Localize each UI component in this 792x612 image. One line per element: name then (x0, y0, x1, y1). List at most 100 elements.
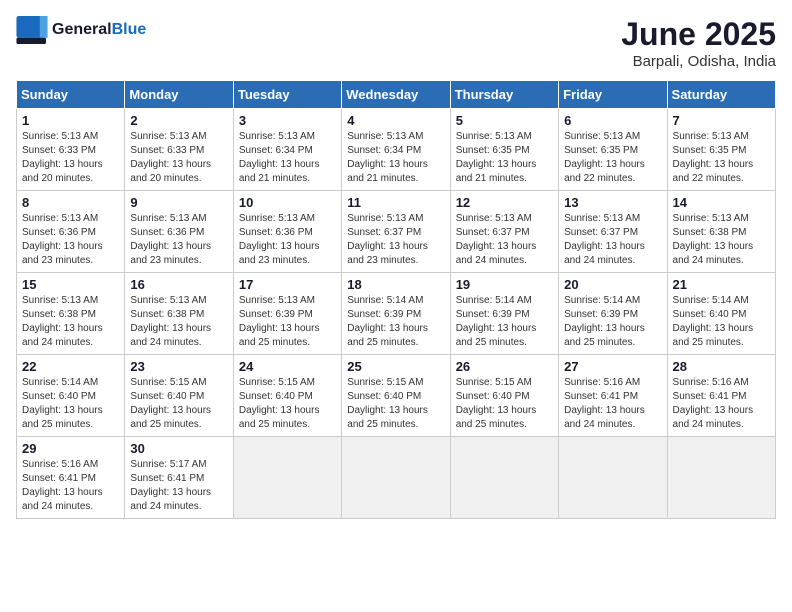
day-number: 1 (22, 113, 119, 128)
day-info: Sunrise: 5:13 AM Sunset: 6:35 PM Dayligh… (456, 130, 553, 186)
calendar-cell (233, 437, 341, 519)
calendar-cell: 23 Sunrise: 5:15 AM Sunset: 6:40 PM Dayl… (125, 355, 233, 437)
calendar-cell: 8 Sunrise: 5:13 AM Sunset: 6:36 PM Dayli… (17, 191, 125, 273)
day-info: Sunrise: 5:13 AM Sunset: 6:35 PM Dayligh… (673, 130, 770, 186)
calendar-cell: 1 Sunrise: 5:13 AM Sunset: 6:33 PM Dayli… (17, 109, 125, 191)
day-number: 22 (22, 359, 119, 374)
logo: GeneralBlue (16, 16, 146, 44)
calendar-cell: 5 Sunrise: 5:13 AM Sunset: 6:35 PM Dayli… (450, 109, 558, 191)
day-info: Sunrise: 5:15 AM Sunset: 6:40 PM Dayligh… (347, 376, 444, 432)
calendar-cell: 24 Sunrise: 5:15 AM Sunset: 6:40 PM Dayl… (233, 355, 341, 437)
weekday-header: Sunday (17, 81, 125, 109)
day-number: 4 (347, 113, 444, 128)
title-area: June 2025 Barpali, Odisha, India (621, 16, 776, 70)
calendar-cell: 26 Sunrise: 5:15 AM Sunset: 6:40 PM Dayl… (450, 355, 558, 437)
calendar-cell: 21 Sunrise: 5:14 AM Sunset: 6:40 PM Dayl… (667, 273, 775, 355)
day-number: 14 (673, 195, 770, 210)
logo-icon (16, 16, 48, 44)
calendar-cell (450, 437, 558, 519)
day-number: 26 (456, 359, 553, 374)
day-number: 3 (239, 113, 336, 128)
day-info: Sunrise: 5:13 AM Sunset: 6:33 PM Dayligh… (130, 130, 227, 186)
calendar-cell: 12 Sunrise: 5:13 AM Sunset: 6:37 PM Dayl… (450, 191, 558, 273)
day-number: 24 (239, 359, 336, 374)
calendar-week-row: 1 Sunrise: 5:13 AM Sunset: 6:33 PM Dayli… (17, 109, 776, 191)
day-number: 21 (673, 277, 770, 292)
calendar-cell: 20 Sunrise: 5:14 AM Sunset: 6:39 PM Dayl… (559, 273, 667, 355)
day-info: Sunrise: 5:13 AM Sunset: 6:36 PM Dayligh… (239, 212, 336, 268)
day-number: 16 (130, 277, 227, 292)
day-info: Sunrise: 5:14 AM Sunset: 6:40 PM Dayligh… (673, 294, 770, 350)
day-info: Sunrise: 5:15 AM Sunset: 6:40 PM Dayligh… (456, 376, 553, 432)
calendar-week-row: 8 Sunrise: 5:13 AM Sunset: 6:36 PM Dayli… (17, 191, 776, 273)
day-info: Sunrise: 5:17 AM Sunset: 6:41 PM Dayligh… (130, 458, 227, 514)
calendar-cell: 14 Sunrise: 5:13 AM Sunset: 6:38 PM Dayl… (667, 191, 775, 273)
day-number: 11 (347, 195, 444, 210)
calendar-cell: 27 Sunrise: 5:16 AM Sunset: 6:41 PM Dayl… (559, 355, 667, 437)
day-info: Sunrise: 5:13 AM Sunset: 6:38 PM Dayligh… (130, 294, 227, 350)
calendar-cell: 15 Sunrise: 5:13 AM Sunset: 6:38 PM Dayl… (17, 273, 125, 355)
calendar-cell: 13 Sunrise: 5:13 AM Sunset: 6:37 PM Dayl… (559, 191, 667, 273)
day-number: 18 (347, 277, 444, 292)
day-info: Sunrise: 5:13 AM Sunset: 6:38 PM Dayligh… (673, 212, 770, 268)
day-number: 10 (239, 195, 336, 210)
calendar-week-row: 29 Sunrise: 5:16 AM Sunset: 6:41 PM Dayl… (17, 437, 776, 519)
weekday-header: Tuesday (233, 81, 341, 109)
month-title: June 2025 (621, 16, 776, 53)
day-info: Sunrise: 5:13 AM Sunset: 6:39 PM Dayligh… (239, 294, 336, 350)
day-number: 19 (456, 277, 553, 292)
calendar-week-row: 22 Sunrise: 5:14 AM Sunset: 6:40 PM Dayl… (17, 355, 776, 437)
calendar-cell: 19 Sunrise: 5:14 AM Sunset: 6:39 PM Dayl… (450, 273, 558, 355)
day-info: Sunrise: 5:13 AM Sunset: 6:33 PM Dayligh… (22, 130, 119, 186)
calendar-cell: 17 Sunrise: 5:13 AM Sunset: 6:39 PM Dayl… (233, 273, 341, 355)
calendar-cell (667, 437, 775, 519)
day-info: Sunrise: 5:13 AM Sunset: 6:38 PM Dayligh… (22, 294, 119, 350)
day-info: Sunrise: 5:13 AM Sunset: 6:37 PM Dayligh… (347, 212, 444, 268)
calendar-cell: 3 Sunrise: 5:13 AM Sunset: 6:34 PM Dayli… (233, 109, 341, 191)
calendar-cell (559, 437, 667, 519)
calendar-cell: 10 Sunrise: 5:13 AM Sunset: 6:36 PM Dayl… (233, 191, 341, 273)
weekday-header: Monday (125, 81, 233, 109)
day-info: Sunrise: 5:15 AM Sunset: 6:40 PM Dayligh… (130, 376, 227, 432)
calendar-cell: 16 Sunrise: 5:13 AM Sunset: 6:38 PM Dayl… (125, 273, 233, 355)
day-number: 5 (456, 113, 553, 128)
calendar-cell: 2 Sunrise: 5:13 AM Sunset: 6:33 PM Dayli… (125, 109, 233, 191)
logo-text: GeneralBlue (52, 21, 146, 39)
calendar-cell: 30 Sunrise: 5:17 AM Sunset: 6:41 PM Dayl… (125, 437, 233, 519)
day-info: Sunrise: 5:13 AM Sunset: 6:36 PM Dayligh… (22, 212, 119, 268)
day-info: Sunrise: 5:16 AM Sunset: 6:41 PM Dayligh… (564, 376, 661, 432)
day-info: Sunrise: 5:13 AM Sunset: 6:34 PM Dayligh… (347, 130, 444, 186)
day-number: 27 (564, 359, 661, 374)
calendar-cell: 25 Sunrise: 5:15 AM Sunset: 6:40 PM Dayl… (342, 355, 450, 437)
calendar-cell: 7 Sunrise: 5:13 AM Sunset: 6:35 PM Dayli… (667, 109, 775, 191)
weekday-header: Friday (559, 81, 667, 109)
location: Barpali, Odisha, India (621, 53, 776, 70)
day-number: 28 (673, 359, 770, 374)
weekday-header: Wednesday (342, 81, 450, 109)
calendar-cell (342, 437, 450, 519)
day-info: Sunrise: 5:16 AM Sunset: 6:41 PM Dayligh… (22, 458, 119, 514)
calendar-cell: 9 Sunrise: 5:13 AM Sunset: 6:36 PM Dayli… (125, 191, 233, 273)
day-info: Sunrise: 5:15 AM Sunset: 6:40 PM Dayligh… (239, 376, 336, 432)
calendar-table: SundayMondayTuesdayWednesdayThursdayFrid… (16, 80, 776, 519)
day-number: 6 (564, 113, 661, 128)
weekday-header: Saturday (667, 81, 775, 109)
day-number: 17 (239, 277, 336, 292)
calendar-cell: 11 Sunrise: 5:13 AM Sunset: 6:37 PM Dayl… (342, 191, 450, 273)
day-info: Sunrise: 5:13 AM Sunset: 6:34 PM Dayligh… (239, 130, 336, 186)
day-info: Sunrise: 5:13 AM Sunset: 6:36 PM Dayligh… (130, 212, 227, 268)
calendar-cell: 6 Sunrise: 5:13 AM Sunset: 6:35 PM Dayli… (559, 109, 667, 191)
day-number: 29 (22, 441, 119, 456)
calendar-cell: 18 Sunrise: 5:14 AM Sunset: 6:39 PM Dayl… (342, 273, 450, 355)
calendar-cell: 4 Sunrise: 5:13 AM Sunset: 6:34 PM Dayli… (342, 109, 450, 191)
day-info: Sunrise: 5:13 AM Sunset: 6:37 PM Dayligh… (564, 212, 661, 268)
day-number: 23 (130, 359, 227, 374)
calendar-cell: 22 Sunrise: 5:14 AM Sunset: 6:40 PM Dayl… (17, 355, 125, 437)
day-number: 20 (564, 277, 661, 292)
day-number: 25 (347, 359, 444, 374)
day-number: 2 (130, 113, 227, 128)
day-info: Sunrise: 5:14 AM Sunset: 6:40 PM Dayligh… (22, 376, 119, 432)
day-info: Sunrise: 5:14 AM Sunset: 6:39 PM Dayligh… (564, 294, 661, 350)
day-number: 30 (130, 441, 227, 456)
weekday-header: Thursday (450, 81, 558, 109)
